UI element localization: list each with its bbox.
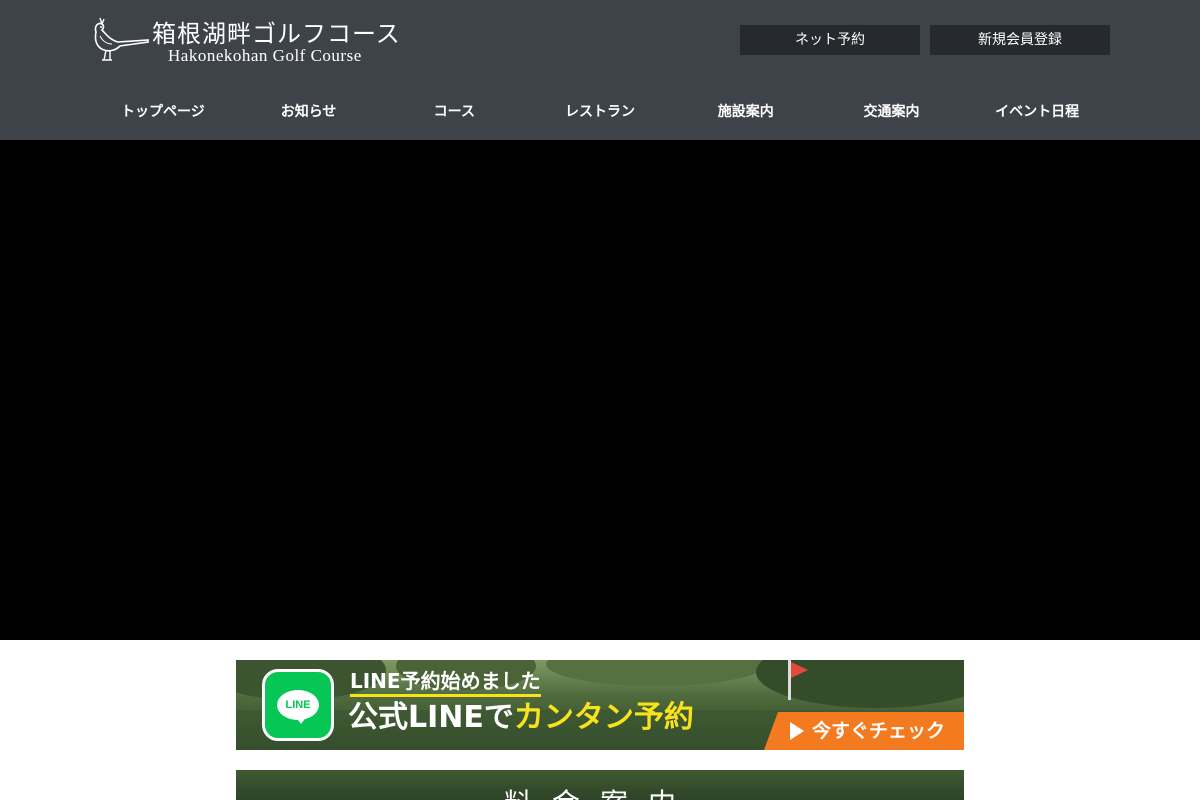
- price-info-banner[interactable]: 料金案内: [236, 770, 964, 800]
- line-banner-prefix: 公式LINEで: [348, 700, 514, 735]
- line-banner-subheadline: 公式LINEでカンタン予約: [348, 698, 694, 738]
- check-now-button[interactable]: 今すぐチェック: [764, 712, 964, 750]
- line-app-icon: LINE: [262, 669, 334, 741]
- nav-item-restaurant[interactable]: レストラン: [527, 90, 673, 134]
- net-reservation-button[interactable]: ネット予約: [740, 25, 920, 55]
- main-nav: トップページ お知らせ コース レストラン 施設案内 交通案内 イベント日程: [90, 90, 1110, 134]
- new-member-registration-button[interactable]: 新規会員登録: [930, 25, 1110, 55]
- logo-japanese-name: 箱根湖畔ゴルフコース: [152, 20, 401, 48]
- site-header: 箱根湖畔ゴルフコース Hakonekohan Golf Course ネット予約…: [0, 0, 1200, 140]
- nav-item-facilities[interactable]: 施設案内: [673, 90, 819, 134]
- pheasant-logo-icon: [94, 17, 149, 61]
- nav-item-event-schedule[interactable]: イベント日程: [964, 90, 1110, 134]
- check-now-label: 今すぐチェック: [812, 720, 946, 742]
- nav-item-top-page[interactable]: トップページ: [90, 90, 236, 134]
- line-banner-headline: LINE予約始めました: [350, 668, 541, 697]
- line-bubble-tail: [295, 716, 307, 724]
- line-reservation-banner[interactable]: LINE LINE予約始めました 公式LINEでカンタン予約 今すぐチェック: [236, 660, 964, 750]
- price-info-title: 料金案内: [236, 782, 964, 800]
- nav-item-access[interactable]: 交通案内: [819, 90, 965, 134]
- nav-item-course[interactable]: コース: [381, 90, 527, 134]
- line-banner-highlight: カンタン予約: [513, 700, 694, 735]
- site-logo[interactable]: 箱根湖畔ゴルフコース Hakonekohan Golf Course: [90, 14, 420, 70]
- logo-english-name: Hakonekohan Golf Course: [168, 46, 362, 65]
- hero-video-area: [0, 140, 1200, 640]
- nav-item-news[interactable]: お知らせ: [236, 90, 382, 134]
